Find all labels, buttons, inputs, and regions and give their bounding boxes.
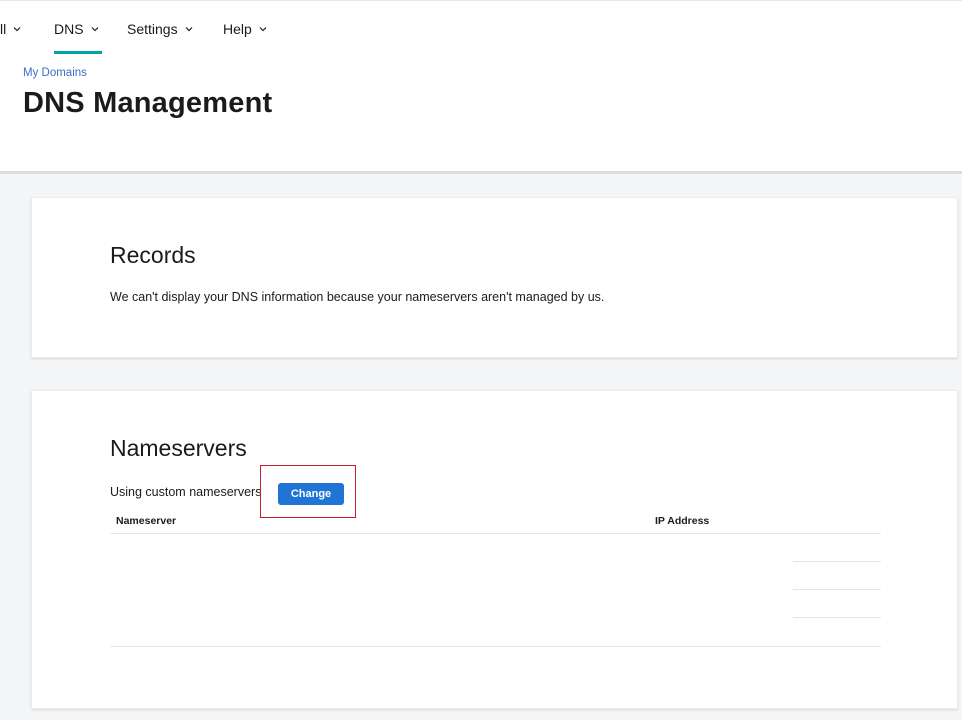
table-row-divider [793, 589, 881, 590]
table-row-divider [793, 561, 881, 562]
records-card: Records We can't display your DNS inform… [31, 197, 958, 358]
change-nameservers-button[interactable]: Change [278, 483, 344, 505]
top-header: ll DNS Settings Help My Domains DNS Mana… [0, 0, 962, 174]
records-message: We can't display your DNS information be… [110, 290, 605, 304]
breadcrumb-my-domains[interactable]: My Domains [23, 67, 87, 79]
nav-item-help[interactable]: Help [223, 20, 268, 38]
column-header-nameserver: Nameserver [116, 515, 177, 527]
nav-item-label: Settings [127, 21, 178, 37]
records-title: Records [110, 242, 196, 268]
nav-item-dns[interactable]: DNS [54, 20, 100, 38]
page-title: DNS Management [23, 87, 273, 119]
chevron-down-icon [259, 27, 267, 32]
table-header-divider [110, 533, 881, 534]
nameservers-card: Nameservers Using custom nameservers Cha… [31, 390, 958, 709]
nav-item-prev[interactable]: ll [0, 20, 22, 38]
table-bottom-divider [110, 646, 881, 647]
chevron-down-icon [13, 27, 21, 32]
nav-item-settings[interactable]: Settings [127, 20, 194, 38]
nav-item-label: DNS [54, 21, 84, 37]
chevron-down-icon [91, 27, 98, 32]
nav-item-label: ll [0, 21, 7, 37]
nameservers-title: Nameservers [110, 435, 247, 461]
column-header-ip-address: IP Address [655, 515, 710, 527]
nav-item-label: Help [223, 21, 252, 37]
nameservers-status: Using custom nameservers [110, 485, 262, 499]
table-row-divider [793, 617, 881, 618]
chevron-down-icon [185, 27, 193, 32]
active-tab-indicator [54, 51, 102, 54]
